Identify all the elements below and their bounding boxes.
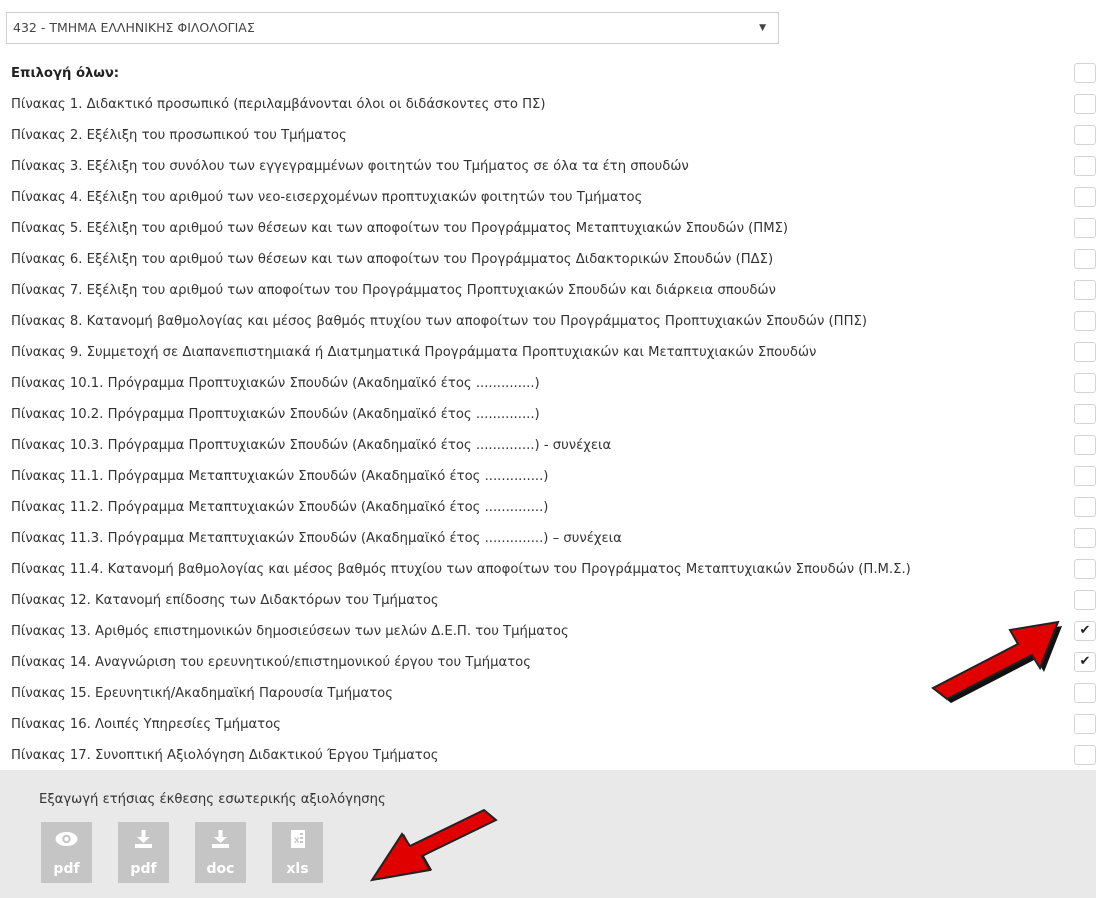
table-row: Πίνακας 11.1. Πρόγραμμα Μεταπτυχιακών Σπ…	[11, 461, 1096, 492]
table-row: Πίνακας 5. Εξέλιξη του αριθμού των θέσεω…	[11, 213, 1096, 244]
table-row: Πίνακας 1. Διδακτικό προσωπικό (περιλαμβ…	[11, 89, 1096, 120]
download-doc-button[interactable]: doc	[195, 822, 246, 883]
table-checkbox[interactable]	[1074, 683, 1096, 703]
table-checkbox[interactable]	[1074, 466, 1096, 486]
table-checkbox[interactable]	[1074, 311, 1096, 331]
table-label: Πίνακας 15. Ερευνητική/Ακαδημαϊκή Παρουσ…	[11, 686, 393, 701]
table-checkbox[interactable]	[1074, 218, 1096, 238]
table-label: Πίνακας 1. Διδακτικό προσωπικό (περιλαμβ…	[11, 97, 546, 112]
table-row: Πίνακας 10.2. Πρόγραμμα Προπτυχιακών Σπο…	[11, 399, 1096, 430]
table-label: Πίνακας 11.4. Κατανομή βαθμολογίας και μ…	[11, 562, 911, 577]
table-label: Πίνακας 3. Εξέλιξη του συνόλου των εγγεγ…	[11, 159, 689, 174]
table-row: Πίνακας 3. Εξέλιξη του συνόλου των εγγεγ…	[11, 151, 1096, 182]
svg-text:x: x	[294, 835, 300, 846]
export-panel: Εξαγωγή ετήσιας έκθεσης εσωτερικής αξιολ…	[0, 770, 1096, 898]
select-all-row: Επιλογή όλων:	[11, 58, 1096, 89]
table-checkbox[interactable]: ✔	[1074, 621, 1096, 641]
select-all-checkbox[interactable]	[1074, 63, 1096, 83]
table-row: Πίνακας 11.4. Κατανομή βαθμολογίας και μ…	[11, 554, 1096, 585]
department-select-value: 432 - ΤΜΗΜΑ ΕΛΛΗΝΙΚΗΣ ΦΙΛΟΛΟΓΙΑΣ	[13, 20, 255, 35]
select-all-label: Επιλογή όλων:	[11, 66, 120, 81]
table-checkbox[interactable]	[1074, 714, 1096, 734]
table-checkbox[interactable]	[1074, 342, 1096, 362]
table-row: Πίνακας 6. Εξέλιξη του αριθμού των θέσεω…	[11, 244, 1096, 275]
download-pdf-button[interactable]: pdf	[118, 822, 169, 883]
table-row: Πίνακας 2. Εξέλιξη του προσωπικού του Τμ…	[11, 120, 1096, 151]
table-checkbox[interactable]	[1074, 249, 1096, 269]
table-checkbox[interactable]	[1074, 435, 1096, 455]
table-checkbox[interactable]	[1074, 559, 1096, 579]
table-row: Πίνακας 11.3. Πρόγραμμα Μεταπτυχιακών Σπ…	[11, 523, 1096, 554]
table-row: Πίνακας 17. Συνοπτική Αξιολόγηση Διδακτι…	[11, 740, 1096, 771]
table-row: Πίνακας 4. Εξέλιξη του αριθμού των νεο-ε…	[11, 182, 1096, 213]
button-label: doc	[206, 861, 235, 877]
table-label: Πίνακας 2. Εξέλιξη του προσωπικού του Τμ…	[11, 128, 347, 143]
table-label: Πίνακας 11.2. Πρόγραμμα Μεταπτυχιακών Σπ…	[11, 500, 549, 515]
table-row: Πίνακας 9. Συμμετοχή σε Διαπανεπιστημιακ…	[11, 337, 1096, 368]
download-icon	[135, 830, 152, 848]
table-label: Πίνακας 5. Εξέλιξη του αριθμού των θέσεω…	[11, 221, 789, 236]
table-label: Πίνακας 13. Αριθμός επιστημονικών δημοσι…	[11, 624, 569, 639]
table-label: Πίνακας 11.1. Πρόγραμμα Μεταπτυχιακών Σπ…	[11, 469, 549, 484]
button-label: pdf	[130, 861, 157, 877]
table-label: Πίνακας 14. Αναγνώριση του ερευνητικού/ε…	[11, 655, 531, 670]
table-label: Πίνακας 6. Εξέλιξη του αριθμού των θέσεω…	[11, 252, 774, 267]
red-arrow-icon	[931, 620, 1062, 703]
table-row: Πίνακας 8. Κατανομή βαθμολογίας και μέσο…	[11, 306, 1096, 337]
table-checkbox[interactable]	[1074, 125, 1096, 145]
table-label: Πίνακας 8. Κατανομή βαθμολογίας και μέσο…	[11, 314, 867, 329]
download-xls-button[interactable]: x xls	[272, 822, 323, 883]
excel-icon: x	[291, 830, 305, 848]
table-label: Πίνακας 9. Συμμετοχή σε Διαπανεπιστημιακ…	[11, 345, 817, 360]
table-label: Πίνακας 12. Κατανομή επίδοσης των Διδακτ…	[11, 593, 439, 608]
table-label: Πίνακας 16. Λοιπές Υπηρεσίες Τμήματος	[11, 717, 281, 732]
table-checkbox[interactable]	[1074, 497, 1096, 517]
table-checkbox[interactable]	[1074, 94, 1096, 114]
table-checkbox[interactable]	[1074, 404, 1096, 424]
table-checkbox[interactable]	[1074, 590, 1096, 610]
table-checkbox[interactable]	[1074, 528, 1096, 548]
table-checkbox[interactable]	[1074, 187, 1096, 207]
table-checkbox[interactable]	[1074, 280, 1096, 300]
export-title: Εξαγωγή ετήσιας έκθεσης εσωτερικής αξιολ…	[39, 792, 386, 807]
table-label: Πίνακας 11.3. Πρόγραμμα Μεταπτυχιακών Σπ…	[11, 531, 622, 546]
table-label: Πίνακας 17. Συνοπτική Αξιολόγηση Διδακτι…	[11, 748, 439, 763]
table-label: Πίνακας 4. Εξέλιξη του αριθμού των νεο-ε…	[11, 190, 643, 205]
table-checkbox[interactable]	[1074, 373, 1096, 393]
table-row: Πίνακας 7. Εξέλιξη του αριθμού των αποφο…	[11, 275, 1096, 306]
department-select[interactable]: 432 - ΤΜΗΜΑ ΕΛΛΗΝΙΚΗΣ ΦΙΛΟΛΟΓΙΑΣ ▼	[6, 12, 779, 44]
download-icon	[212, 830, 229, 848]
table-row: Πίνακας 11.2. Πρόγραμμα Μεταπτυχιακών Σπ…	[11, 492, 1096, 523]
button-label: pdf	[53, 861, 80, 877]
table-label: Πίνακας 10.2. Πρόγραμμα Προπτυχιακών Σπο…	[11, 407, 540, 422]
chevron-down-icon[interactable]: ▼	[759, 13, 766, 43]
table-row: Πίνακας 10.1. Πρόγραμμα Προπτυχιακών Σπο…	[11, 368, 1096, 399]
red-arrow-icon	[369, 808, 498, 882]
table-label: Πίνακας 10.1. Πρόγραμμα Προπτυχιακών Σπο…	[11, 376, 540, 391]
table-row: Πίνακας 10.3. Πρόγραμμα Προπτυχιακών Σπο…	[11, 430, 1096, 461]
table-checkbox[interactable]	[1074, 745, 1096, 765]
eye-icon	[55, 832, 78, 846]
table-checkbox[interactable]: ✔	[1074, 652, 1096, 672]
table-checkbox[interactable]	[1074, 156, 1096, 176]
table-label: Πίνακας 10.3. Πρόγραμμα Προπτυχιακών Σπο…	[11, 438, 612, 453]
preview-pdf-button[interactable]: pdf	[41, 822, 92, 883]
button-label: xls	[286, 861, 309, 877]
table-label: Πίνακας 7. Εξέλιξη του αριθμού των αποφο…	[11, 283, 776, 298]
